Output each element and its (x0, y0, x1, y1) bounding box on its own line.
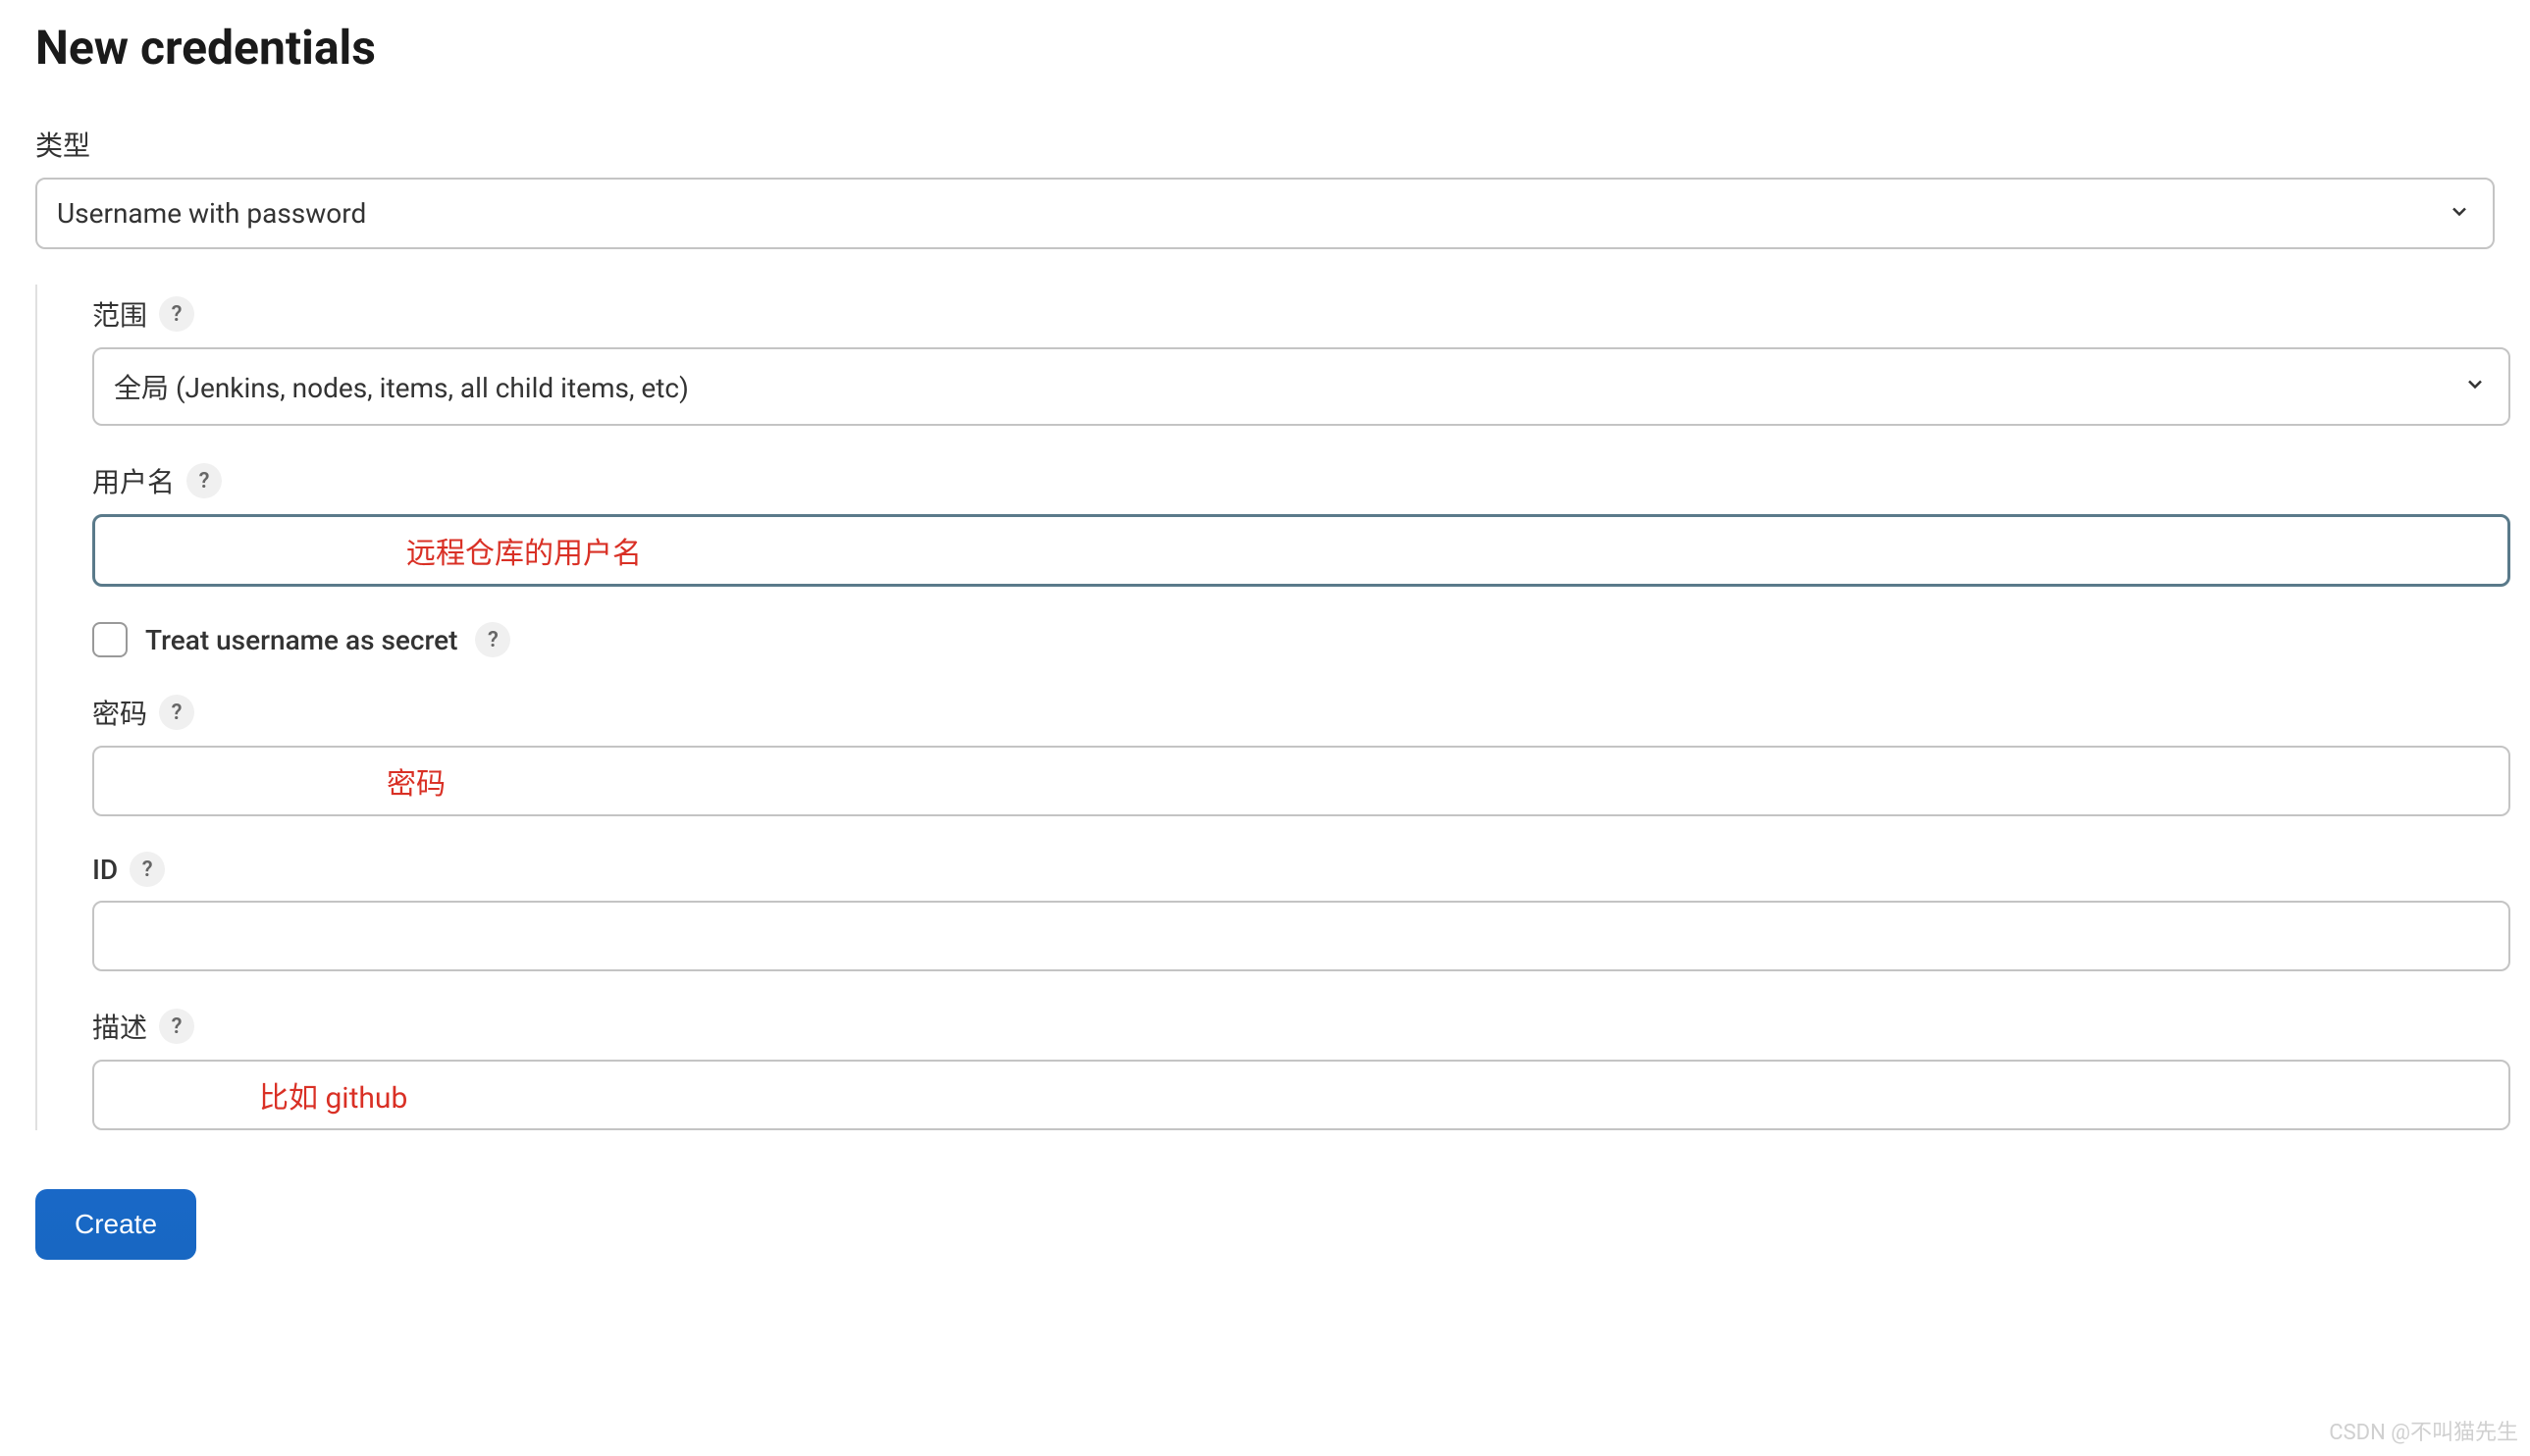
page-title: New credentials (35, 20, 2510, 76)
create-button[interactable]: Create (35, 1189, 196, 1260)
type-select[interactable]: Username with password (35, 178, 2495, 249)
description-label: 描述 (92, 1007, 147, 1046)
scope-select[interactable]: 全局 (Jenkins, nodes, items, all child ite… (92, 347, 2510, 426)
username-label: 用户名 (92, 461, 175, 500)
username-input[interactable] (92, 514, 2510, 587)
watermark: CSDN @不叫猫先生 (2329, 1415, 2518, 1446)
treat-secret-label: Treat username as secret (145, 624, 457, 656)
help-icon[interactable]: ? (475, 622, 510, 657)
password-label: 密码 (92, 693, 147, 732)
scope-label: 范围 (92, 294, 147, 334)
password-input[interactable] (92, 746, 2510, 816)
treat-secret-checkbox[interactable] (92, 622, 128, 657)
id-input[interactable] (92, 901, 2510, 971)
help-icon[interactable]: ? (130, 852, 165, 887)
id-label: ID (92, 854, 118, 886)
type-label: 类型 (35, 125, 90, 164)
help-icon[interactable]: ? (186, 463, 222, 498)
help-icon[interactable]: ? (159, 296, 194, 332)
help-icon[interactable]: ? (159, 1009, 194, 1044)
description-input[interactable] (92, 1060, 2510, 1130)
help-icon[interactable]: ? (159, 695, 194, 730)
